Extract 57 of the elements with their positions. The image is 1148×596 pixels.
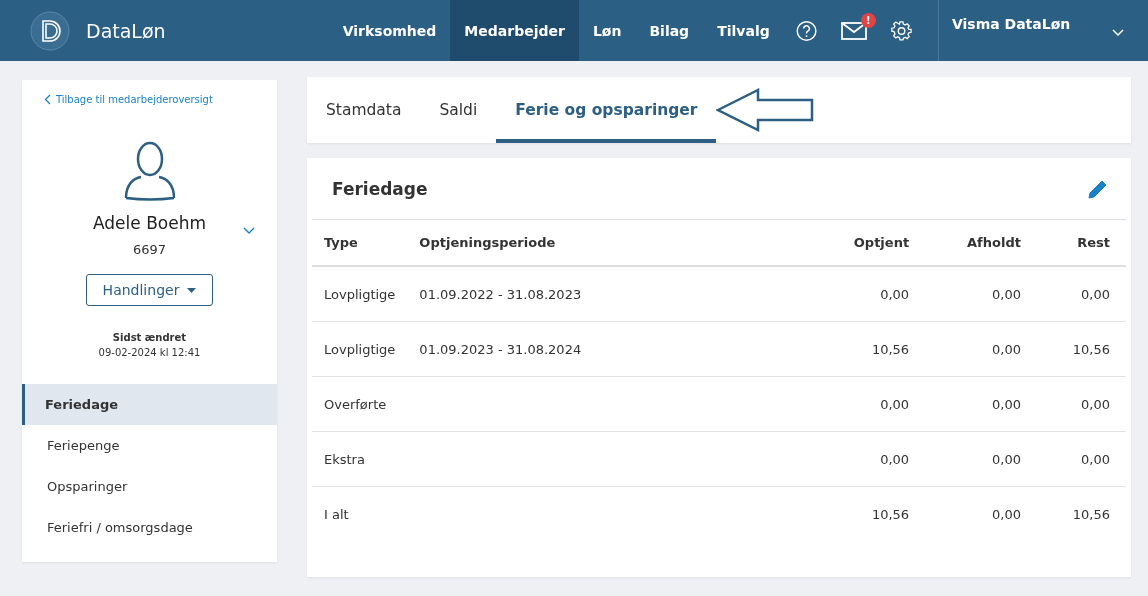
table-cell: 0,00 (992, 451, 1021, 467)
card-title: Feriedage (332, 178, 428, 199)
company-selector[interactable]: Visma DataLøn (937, 0, 1148, 61)
table-cell: 0,00 (992, 506, 1021, 522)
table-cell: 0,00 (880, 451, 910, 467)
column-header: Optjeningsperiode (407, 220, 812, 266)
tab[interactable]: Stamdata (307, 77, 421, 143)
back-link[interactable]: Tilbage til medarbejderoversigt (44, 94, 213, 105)
table-cell: 10,56 (1072, 341, 1110, 357)
table-cell: Overførte (324, 396, 387, 412)
table-cell: 0,00 (992, 396, 1021, 412)
nav-tab[interactable]: Virksomhed (328, 0, 451, 61)
table-cell: 0,00 (992, 286, 1021, 302)
chevron-down-icon[interactable] (243, 227, 255, 235)
table-cell: 10,56 (871, 341, 910, 357)
table-cell: I alt (324, 506, 349, 522)
table-cell: 0,00 (1081, 451, 1110, 467)
tab[interactable]: Saldi (420, 77, 497, 143)
logo-icon (30, 10, 70, 51)
table-cell: 10,56 (1072, 506, 1110, 522)
column-header: Rest (1036, 220, 1126, 266)
sidebar-item[interactable]: Opsparinger (22, 466, 277, 507)
table-cell: 10,56 (871, 506, 910, 522)
nav-tab[interactable]: Bilag (635, 0, 704, 61)
table-cell: 0,00 (1081, 286, 1110, 302)
sidebar-item[interactable]: Feriepenge (22, 425, 277, 466)
employee-name: Adele Boehm (93, 213, 206, 233)
chevron-left-icon (44, 94, 51, 105)
table-cell: Lovpligtige (324, 286, 396, 302)
nav-tab[interactable]: Løn (578, 0, 636, 61)
column-header: Type (312, 220, 408, 266)
table-cell: 01.09.2022 - 31.08.2023 (419, 286, 582, 302)
column-header: Optjent (811, 220, 926, 266)
table-cell: 0,00 (1081, 396, 1110, 412)
employee-number: 6697 (132, 242, 167, 257)
nav-tab[interactable]: Medarbejder (450, 0, 579, 61)
table-cell: 0,00 (880, 286, 910, 302)
sidebar-item[interactable]: Feriedage (22, 384, 277, 425)
logo-text: DataLøn (86, 19, 166, 42)
last-changed-value: 09-02-2024 kl 12:41 (98, 347, 201, 358)
caret-icon (187, 287, 197, 293)
chevron-down-icon (1112, 29, 1124, 37)
nav-tab[interactable]: Tilvalg (703, 0, 784, 61)
actions-button[interactable]: Handlinger (85, 274, 214, 306)
table-cell: Lovpligtige (324, 341, 396, 357)
tab[interactable]: Ferie og opsparinger (496, 77, 717, 143)
table-cell: 0,00 (992, 341, 1021, 357)
notification-badge: ! (860, 12, 876, 28)
table-cell: 01.09.2023 - 31.08.2024 (419, 341, 582, 357)
column-header: Afholdt (925, 220, 1037, 266)
table-cell: Ekstra (324, 451, 365, 467)
table-cell: 0,00 (880, 396, 910, 412)
person-icon (122, 141, 177, 201)
edit-icon[interactable] (1088, 178, 1108, 199)
mail-icon[interactable] (840, 20, 867, 41)
last-changed-label: Sidst ændret (112, 332, 187, 343)
sidebar-item[interactable]: Feriefri / omsorgsdage (22, 507, 277, 548)
